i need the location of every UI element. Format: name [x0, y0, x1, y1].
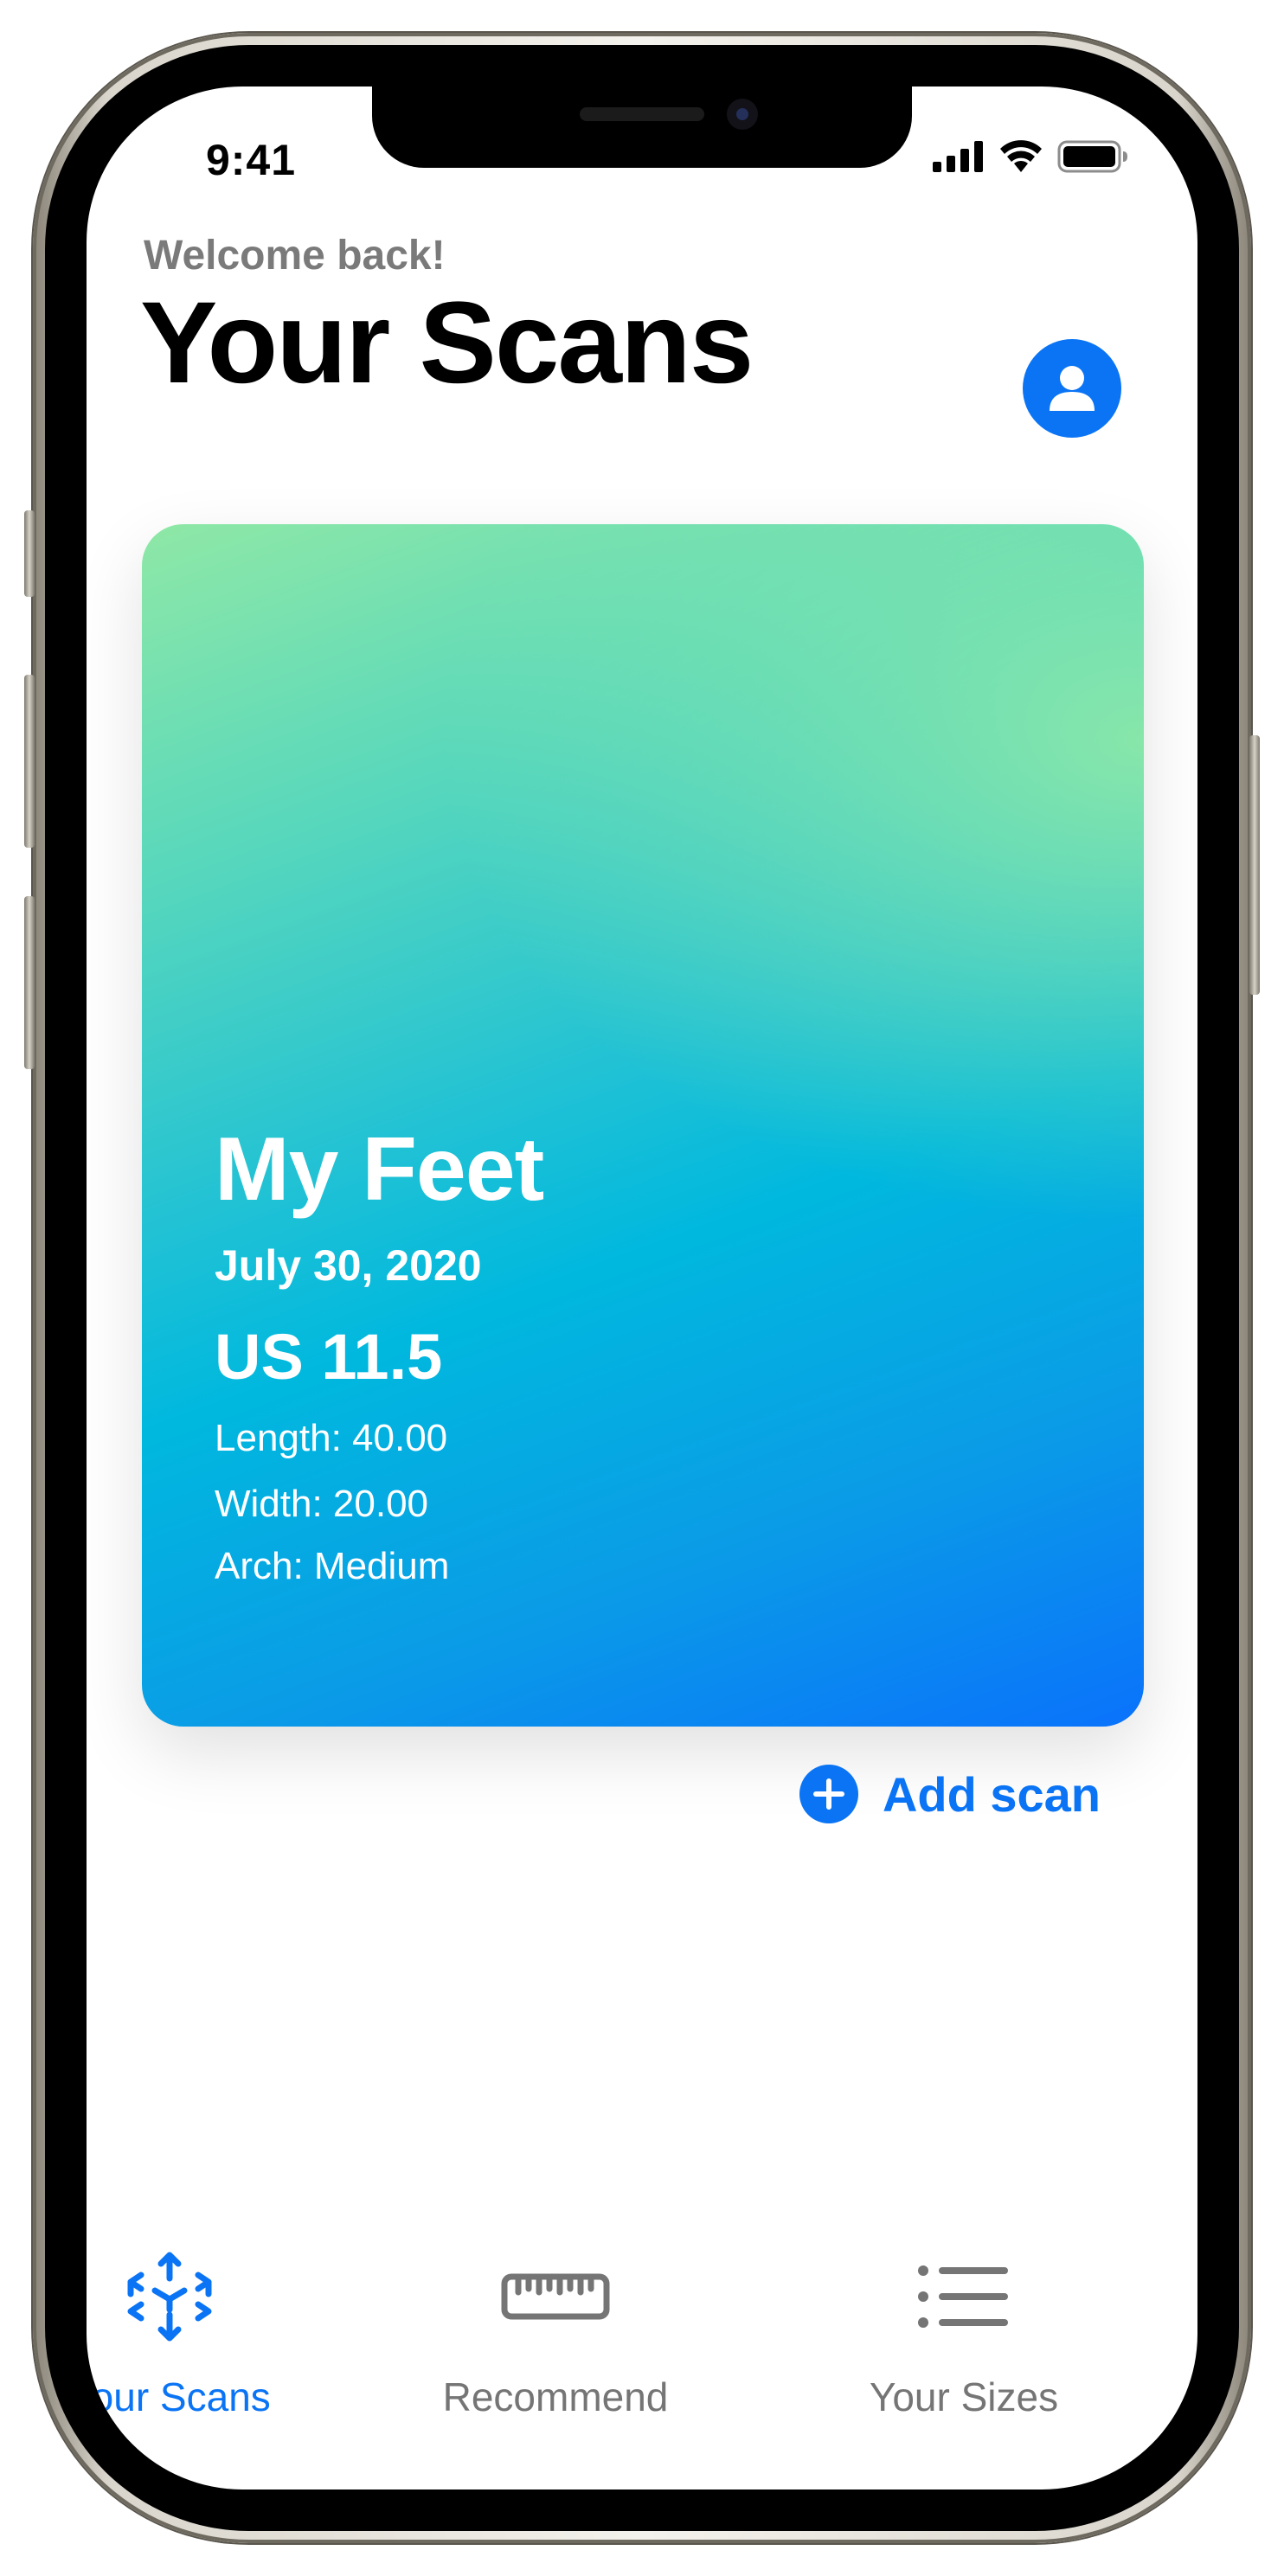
- tab-label-recommend: Recommend: [442, 2374, 669, 2419]
- plus-circle-icon: [799, 1765, 858, 1823]
- battery-icon: [1057, 140, 1127, 173]
- page-title: Your Scans: [140, 279, 754, 407]
- notch: [372, 87, 912, 168]
- cellular-signal-icon: [933, 141, 983, 172]
- volume-down-button: [24, 896, 35, 1069]
- tab-label-your-sizes: Your Sizes: [869, 2374, 1059, 2419]
- add-scan-label: Add scan: [882, 1766, 1101, 1822]
- scan-card[interactable]: My Feet July 30, 2020 US 11.5 Length: 40…: [142, 524, 1144, 1727]
- tab-label-your-scans: Your Scans: [87, 2374, 271, 2419]
- welcome-text: Welcome back!: [144, 233, 446, 279]
- status-time: 9:41: [205, 136, 297, 184]
- mute-switch: [24, 510, 35, 597]
- scan-width: Width: 20.00: [215, 1483, 429, 1525]
- tab-bar: Your Scans Recommend Your Sizes: [87, 2249, 1197, 2489]
- wifi-icon: [1000, 140, 1042, 172]
- scan-size: US 11.5: [215, 1321, 443, 1393]
- tab-recommend[interactable]: Recommend: [400, 2249, 711, 2420]
- scan-arrows-icon: [127, 2252, 212, 2342]
- scan-date: July 30, 2020: [215, 1241, 482, 1290]
- front-camera: [727, 99, 758, 130]
- scan-length: Length: 40.00: [215, 1417, 448, 1459]
- volume-up-button: [24, 675, 35, 848]
- list-icon: [918, 2265, 1008, 2328]
- tab-your-sizes[interactable]: Your Sizes: [808, 2249, 1120, 2420]
- power-button: [1249, 735, 1260, 995]
- status-icons: [933, 133, 1128, 180]
- screen: 9:41 Welcome back! Your Scans My Feet Ju…: [87, 87, 1197, 2489]
- scan-name: My Feet: [215, 1119, 544, 1220]
- add-scan-button[interactable]: Add scan: [799, 1765, 1101, 1823]
- scan-arch: Arch: Medium: [215, 1545, 450, 1587]
- ruler-icon: [501, 2273, 610, 2320]
- person-icon: [1050, 366, 1095, 411]
- speaker-grille: [580, 107, 704, 121]
- tab-your-scans[interactable]: Your Scans: [87, 2249, 325, 2420]
- profile-button[interactable]: [1023, 339, 1121, 438]
